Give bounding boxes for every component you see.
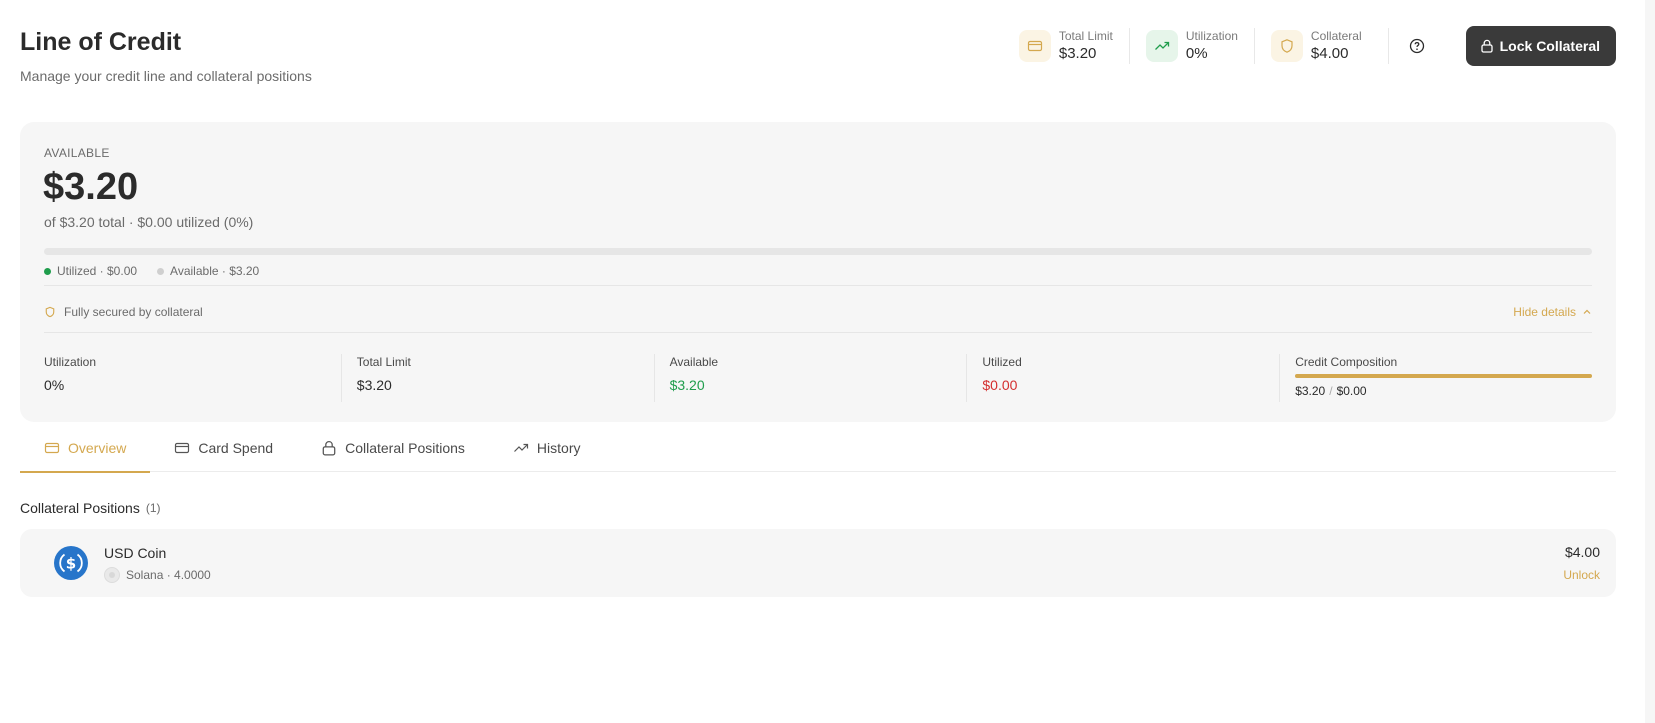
metric-label: Available bbox=[669, 355, 719, 369]
page-title: Line of Credit bbox=[20, 28, 182, 56]
chevron-up-icon bbox=[1583, 309, 1591, 314]
solana-chain-icon bbox=[104, 567, 120, 583]
utilization-progress-bar bbox=[44, 248, 1592, 255]
stat-total-limit: Total Limit $3.20 bbox=[1003, 28, 1129, 64]
metric-utilization: Utilization 0% bbox=[44, 354, 341, 402]
page-header: Line of Credit Manage your credit line a… bbox=[20, 0, 1616, 120]
lock-collateral-label: Lock Collateral bbox=[1499, 38, 1600, 54]
composition-separator: / bbox=[1329, 384, 1333, 398]
credit-summary-text: of $3.20 total · $0.00 utilized (0%) bbox=[44, 214, 254, 230]
tab-overview[interactable]: Overview bbox=[20, 424, 151, 473]
credit-summary-panel: AVAILABLE $3.20 of $3.20 total · $0.00 u… bbox=[20, 122, 1616, 422]
metric-label: Total Limit bbox=[356, 355, 411, 369]
legend-utilized: Utilized · $0.00 bbox=[44, 264, 137, 278]
tab-bar: Overview Card Spend Collateral Positions… bbox=[20, 424, 1616, 473]
secured-text: Fully secured by collateral bbox=[64, 305, 203, 319]
secured-status: Fully secured by collateral bbox=[44, 305, 203, 319]
divider bbox=[44, 332, 1592, 333]
positions-title: Collateral Positions bbox=[20, 500, 140, 516]
available-amount: $3.20 bbox=[43, 166, 139, 208]
lock-icon bbox=[322, 440, 336, 456]
metric-utilized: Utilized $0.00 bbox=[966, 354, 1279, 402]
tab-label: Overview bbox=[68, 440, 127, 456]
help-icon bbox=[1409, 38, 1425, 54]
header-stats: Total Limit $3.20 Utilization 0% Collate… bbox=[1003, 26, 1616, 66]
metric-value: $3.20 bbox=[669, 377, 705, 393]
available-label: AVAILABLE bbox=[44, 146, 110, 160]
metric-label: Utilized bbox=[982, 355, 1022, 369]
lock-collateral-button[interactable]: Lock Collateral bbox=[1465, 26, 1616, 66]
unlock-button[interactable]: Unlock bbox=[1563, 568, 1600, 582]
tab-collateral-positions[interactable]: Collateral Positions bbox=[297, 424, 489, 472]
position-meta: Solana · 4.0000 bbox=[104, 567, 211, 583]
metric-credit-composition: Credit Composition $3.20/$0.00 bbox=[1279, 354, 1592, 402]
tab-history[interactable]: History bbox=[489, 424, 605, 472]
page: Line of Credit Manage your credit line a… bbox=[20, 0, 1616, 597]
composition-bar bbox=[1295, 374, 1592, 378]
composition-left: $3.20 bbox=[1295, 384, 1326, 398]
hide-details-label: Hide details bbox=[1513, 305, 1576, 319]
position-meta-text: Solana · 4.0000 bbox=[126, 568, 211, 582]
shield-icon bbox=[1270, 30, 1303, 62]
positions-heading: Collateral Positions (1) bbox=[20, 500, 161, 516]
position-name: USD Coin bbox=[104, 545, 167, 561]
position-value: $4.00 bbox=[1564, 544, 1600, 560]
trending-up-icon bbox=[513, 443, 529, 452]
stat-value: 0% bbox=[1185, 45, 1208, 62]
usdc-coin-icon: $ bbox=[54, 546, 88, 580]
metric-total-limit: Total Limit $3.20 bbox=[340, 354, 654, 402]
legend-available-text: Available · $3.20 bbox=[170, 264, 260, 278]
stat-value: $4.00 bbox=[1310, 45, 1349, 62]
page-subtitle: Manage your credit line and collateral p… bbox=[20, 68, 312, 84]
stat-label: Collateral bbox=[1310, 29, 1362, 43]
tab-label: History bbox=[536, 440, 581, 456]
tab-label: Card Spend bbox=[198, 440, 274, 456]
lock-icon bbox=[1480, 39, 1493, 53]
stat-utilization: Utilization 0% bbox=[1128, 28, 1254, 64]
svg-text:$: $ bbox=[66, 555, 76, 573]
composition-values: $3.20/$0.00 bbox=[1295, 384, 1592, 398]
metric-label: Utilization bbox=[44, 355, 97, 369]
stat-collateral: Collateral $4.00 bbox=[1253, 28, 1378, 64]
stat-label: Total Limit bbox=[1058, 29, 1113, 43]
scrollbar-track[interactable] bbox=[1645, 0, 1655, 723]
trending-up-icon bbox=[1145, 30, 1178, 62]
utilization-legend: Utilized · $0.00 Available · $3.20 bbox=[44, 264, 259, 278]
divider bbox=[44, 285, 1592, 286]
metric-label: Credit Composition bbox=[1295, 355, 1398, 369]
card-icon bbox=[175, 442, 190, 454]
help-button[interactable] bbox=[1387, 28, 1438, 64]
card-icon bbox=[1018, 30, 1051, 62]
metric-value: $0.00 bbox=[982, 377, 1018, 393]
metric-available: Available $3.20 bbox=[653, 354, 967, 402]
legend-available: Available · $3.20 bbox=[157, 264, 259, 278]
legend-dot-available bbox=[157, 267, 165, 275]
tab-label: Collateral Positions bbox=[345, 440, 465, 456]
legend-dot-utilized bbox=[44, 267, 51, 275]
metric-value: 0% bbox=[44, 377, 65, 393]
card-icon bbox=[44, 442, 60, 454]
stat-value: $3.20 bbox=[1058, 45, 1097, 62]
list-item[interactable]: $ USD Coin Solana · 4.0000 $4.00 Unlock bbox=[20, 529, 1616, 597]
credit-metrics: Utilization 0% Total Limit $3.20 Availab… bbox=[44, 354, 1592, 402]
shield-icon bbox=[45, 306, 55, 318]
legend-utilized-text: Utilized · $0.00 bbox=[57, 264, 138, 278]
tab-card-spend[interactable]: Card Spend bbox=[150, 424, 297, 472]
hide-details-toggle[interactable]: Hide details bbox=[1513, 305, 1592, 319]
composition-right: $0.00 bbox=[1336, 384, 1367, 398]
positions-count: (1) bbox=[145, 501, 161, 515]
metric-value: $3.20 bbox=[356, 377, 392, 393]
stat-label: Utilization bbox=[1185, 29, 1238, 43]
